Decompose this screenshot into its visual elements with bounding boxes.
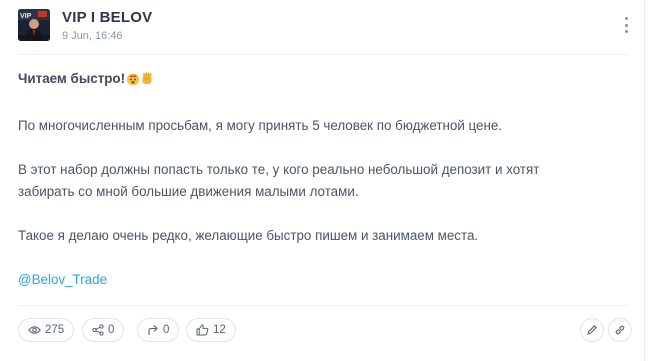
views-counter[interactable]: 275 <box>18 318 75 342</box>
eye-icon <box>28 326 41 334</box>
divider <box>18 305 628 306</box>
divider <box>18 54 628 55</box>
forwards-count: 0 <box>163 324 170 336</box>
shares-counter[interactable]: 0 <box>82 318 125 342</box>
avatar[interactable]: VIP <box>18 9 50 41</box>
post-body: Читаем быстро! По многочисленным просьба… <box>18 68 628 291</box>
post-paragraph: В этот набор должны попасть только те, у… <box>18 162 540 199</box>
views-count: 275 <box>45 324 65 336</box>
post-header: VIP VIP I BELOV 9 Jun, 16:46 <box>18 8 628 46</box>
edit-button[interactable] <box>580 318 604 342</box>
post-headline: Читаем быстро! <box>18 68 628 93</box>
post-paragraph: По многочисленным просьбам, я могу приня… <box>18 118 503 133</box>
post-card: VIP VIP I BELOV 9 Jun, 16:46 Читаем быст… <box>0 0 645 361</box>
forward-icon <box>148 325 158 336</box>
fist-emoji-icon <box>141 71 153 93</box>
channel-name[interactable]: VIP I BELOV <box>62 9 152 26</box>
svg-text:VIP: VIP <box>20 13 32 20</box>
mention-link[interactable]: @Belov_Trade <box>18 272 107 287</box>
forwards-counter[interactable]: 0 <box>137 318 180 342</box>
post-date: 9 Jun, 16:46 <box>62 30 123 42</box>
more-options-icon[interactable] <box>622 15 632 35</box>
pencil-icon <box>587 325 597 335</box>
copy-link-button[interactable] <box>608 318 632 342</box>
post-paragraph: Такое я делаю очень редко, желающие быст… <box>18 228 479 243</box>
fire-face-emoji-icon <box>126 71 140 93</box>
reactions-count: 12 <box>213 324 226 336</box>
headline-text: Читаем быстро! <box>18 71 126 86</box>
post-footer: 275 0 0 12 <box>18 318 632 342</box>
share-icon <box>92 324 104 336</box>
reactions-counter[interactable]: 12 <box>186 318 236 342</box>
link-icon <box>615 325 625 335</box>
shares-count: 0 <box>108 324 115 336</box>
thumbs-up-icon <box>196 324 209 336</box>
